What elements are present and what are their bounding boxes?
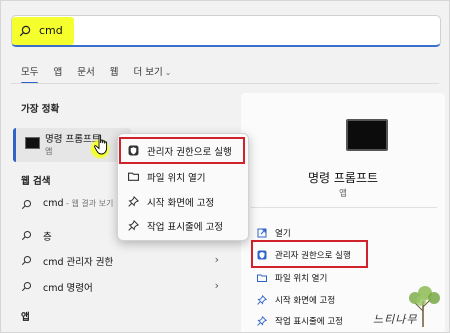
search-icon	[21, 255, 32, 266]
pin-icon	[128, 220, 139, 231]
hand-cursor-icon	[94, 134, 108, 155]
pin-icon	[257, 295, 267, 305]
search-box[interactable]	[11, 15, 441, 47]
best-match-type: 앱	[45, 147, 53, 156]
search-input[interactable]: cmd	[39, 24, 63, 37]
web-result-row[interactable]: cmd 명령어 ›	[15, 277, 225, 297]
web-result-text: cmd	[43, 198, 64, 209]
start-search-window: cmd 모두 앱 문서 웹 더 보기 ⌄ 가장 정확 명령 프롬프트 앱 웹 검색…	[0, 0, 450, 333]
action-label: 시작 화면에 고정	[275, 296, 336, 306]
run-as-admin-annotation-box	[251, 240, 368, 268]
tab-documents[interactable]: 문서	[77, 64, 94, 78]
context-menu-annotation-box	[119, 137, 245, 164]
apps-heading: 앱	[21, 312, 30, 323]
details-divider	[251, 207, 437, 208]
folder-icon	[128, 172, 139, 181]
search-icon	[19, 25, 31, 37]
action-label: 열기	[275, 229, 291, 239]
web-search-heading: 웹 검색	[21, 176, 51, 187]
web-result-text: 층	[43, 232, 52, 243]
folder-icon	[257, 274, 267, 282]
chevron-right-icon: ›	[214, 279, 219, 292]
context-menu-label: 파일 위치 열기	[147, 173, 206, 184]
chevron-down-icon: ⌄	[164, 68, 172, 77]
tab-web[interactable]: 웹	[110, 64, 119, 78]
web-result-text: cmd 관리자 권한	[43, 257, 114, 268]
context-menu-label: 시작 화면에 고정	[147, 198, 215, 209]
open-icon	[257, 228, 267, 238]
tab-more[interactable]: 더 보기 ⌄	[133, 64, 171, 78]
details-title: 명령 프롬프트	[307, 171, 379, 185]
action-label: 파일 위치 열기	[275, 274, 328, 284]
web-result-text: cmd 명령어	[43, 283, 93, 294]
search-icon	[21, 281, 32, 292]
tab-apps[interactable]: 앱	[53, 64, 62, 78]
pin-icon	[128, 196, 139, 207]
web-result-subtext: - 웹 결과 보기	[63, 199, 114, 208]
watermark-text: 느티나무	[373, 313, 418, 326]
filter-tabs: 모두 앱 문서 웹 더 보기 ⌄	[21, 64, 171, 84]
web-result-row[interactable]: cmd 관리자 권한 ›	[15, 251, 225, 271]
best-match-heading: 가장 정확	[21, 104, 60, 115]
chevron-right-icon: ›	[214, 253, 219, 266]
context-menu-label: 작업 표시줄에 고정	[147, 222, 223, 233]
pin-icon	[257, 316, 267, 326]
context-menu-open-file-location[interactable]: 파일 위치 열기	[123, 165, 247, 189]
command-prompt-icon	[346, 119, 388, 151]
action-label: 작업 표시줄에 고정	[275, 317, 343, 327]
tabs-divider	[11, 83, 439, 84]
context-menu-pin-start[interactable]: 시작 화면에 고정	[123, 190, 247, 214]
details-subtitle: 앱	[339, 189, 347, 199]
tab-more-label: 더 보기	[133, 67, 163, 78]
search-icon	[21, 199, 32, 210]
search-icon	[21, 230, 32, 241]
context-menu-pin-taskbar[interactable]: 작업 표시줄에 고정	[123, 214, 247, 238]
command-prompt-icon	[25, 137, 40, 149]
tab-all[interactable]: 모두	[21, 64, 39, 84]
